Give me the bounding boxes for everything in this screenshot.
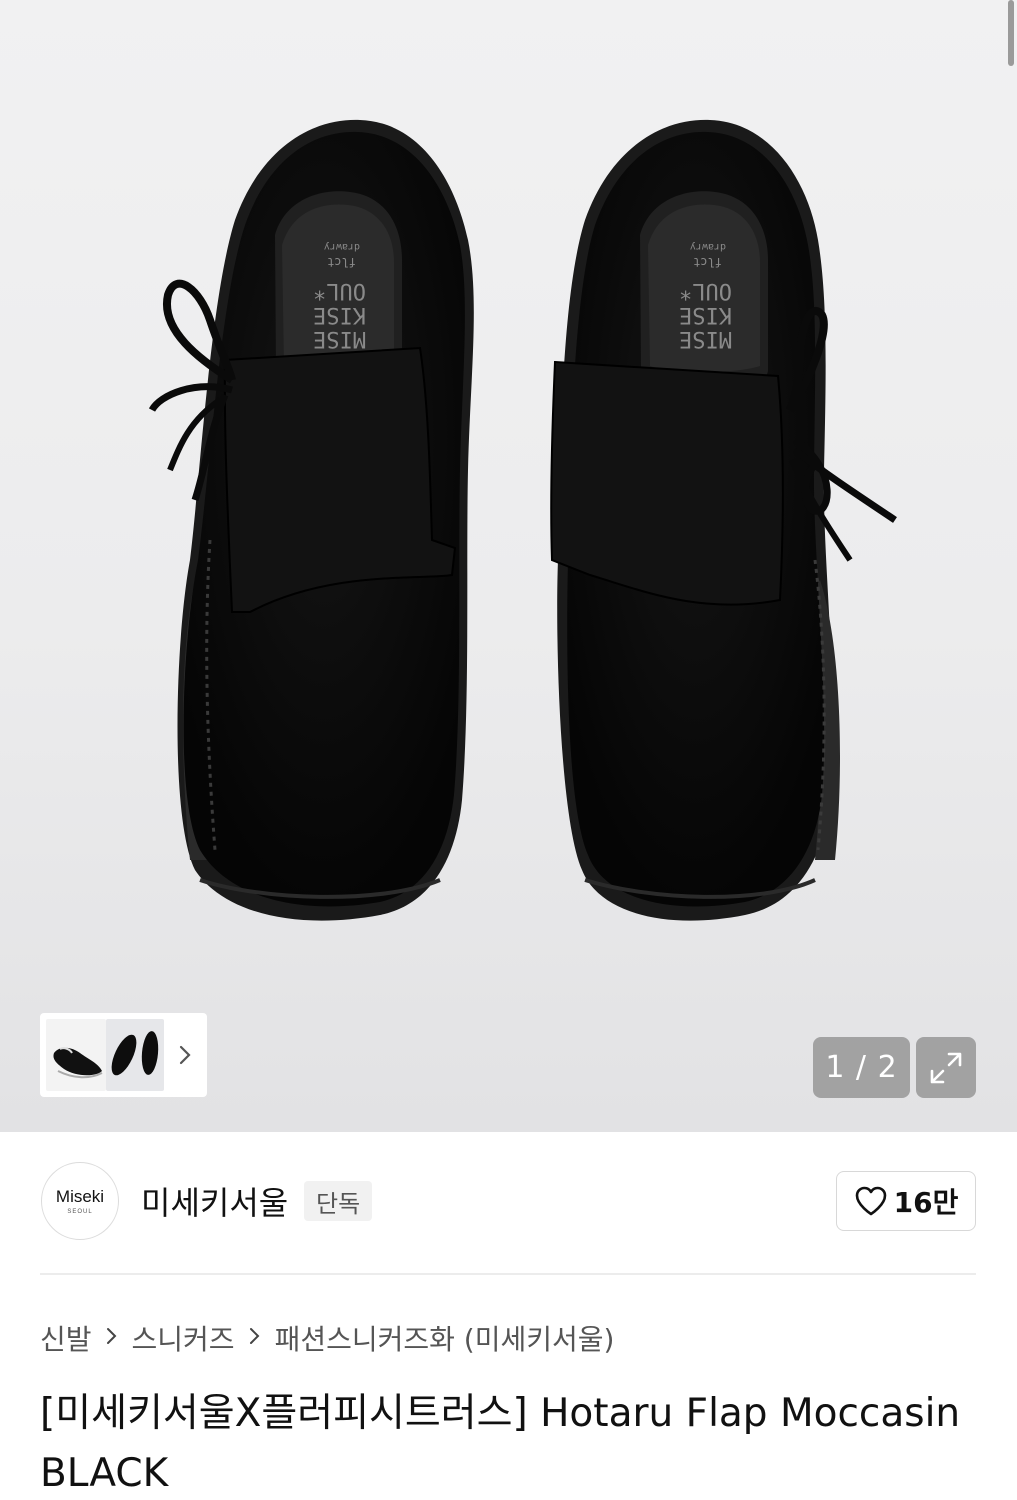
insole-text: flct (693, 255, 722, 269)
breadcrumb-item-fashion-sneakers[interactable]: 패션스니커즈화 (미세키서울) (275, 1318, 615, 1358)
like-button[interactable]: 16만 (836, 1171, 976, 1231)
right-shoe: MISE KISE OUL* flct drawry (550, 119, 897, 921)
product-photo: MISE KISE OUL* flct drawry MISE KISE OUL… (148, 119, 897, 921)
exclusive-badge: 단독 (304, 1181, 373, 1221)
product-page: MISE KISE OUL* flct drawry MISE KISE OUL… (0, 0, 1017, 1500)
expand-icon (930, 1052, 962, 1083)
brand-logo-text: Miseki (55, 1186, 105, 1206)
breadcrumb: 신발 스니커즈 패션스니커즈화 (미세키서울) (40, 1316, 614, 1360)
breadcrumb-item-sneakers[interactable]: 스니커즈 (132, 1318, 235, 1358)
breadcrumb-item-shoes[interactable]: 신발 (40, 1318, 92, 1358)
chevron-right-icon (106, 1323, 118, 1353)
insole-text: MISE (313, 326, 366, 351)
shoe-top-thumbnail-image (111, 1031, 159, 1076)
chevron-right-icon-glyph (106, 1328, 116, 1344)
insole-text: KISE (679, 302, 732, 327)
insole-text: OUL* (679, 278, 732, 303)
product-title: [미세키서울X플러피시트러스] Hotaru Flap Moccasin BLA… (40, 1391, 961, 1496)
image-pager: 1 / 2 (813, 1037, 910, 1098)
thumbnail-strip (40, 1013, 207, 1097)
insole-text: OUL* (313, 278, 366, 303)
shoe-side-thumbnail-image (53, 1047, 103, 1079)
brand-name-link[interactable]: 미세키서울 (141, 1178, 288, 1224)
shoe-side-thumbnail[interactable] (46, 1019, 106, 1091)
chevron-right-icon-glyph (179, 1045, 191, 1065)
left-shoe: MISE KISE OUL* flct drawry (148, 119, 474, 921)
fullscreen-button[interactable] (916, 1037, 976, 1098)
product-image-gallery[interactable]: MISE KISE OUL* flct drawry MISE KISE OUL… (0, 0, 1017, 1132)
insole-text: MISE (679, 326, 732, 351)
like-count: 16만 (893, 1186, 959, 1219)
chevron-right-icon-glyph (249, 1328, 259, 1344)
section-divider (40, 1273, 976, 1275)
heart-icon (855, 1186, 886, 1216)
chevron-right-icon (249, 1323, 261, 1353)
insole-text: flct (327, 255, 356, 269)
brand-logo-subtext: SEOUL (67, 1208, 93, 1215)
shoe-top-thumbnail[interactable] (106, 1019, 164, 1091)
page-scrollbar[interactable] (1008, 0, 1014, 66)
chevron-right-icon[interactable] (170, 1035, 200, 1075)
insole-text: drawry (324, 241, 360, 252)
insole-text: drawry (690, 241, 726, 252)
insole-text: KISE (313, 302, 366, 327)
brand-logo[interactable]: Miseki SEOUL (41, 1162, 119, 1240)
